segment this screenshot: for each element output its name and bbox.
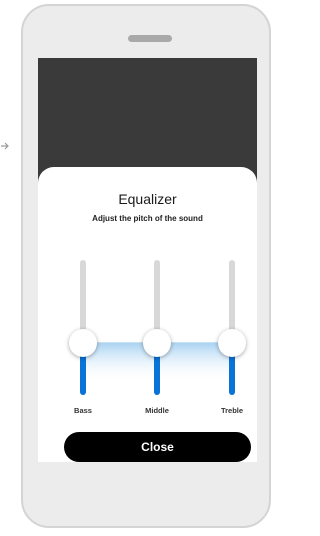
middle-slider-thumb[interactable] <box>143 328 171 357</box>
treble-slider-thumb[interactable] <box>218 328 246 357</box>
middle-label: Middle <box>145 406 169 415</box>
close-button[interactable]: Close <box>64 432 251 462</box>
equalizer-sheet: Equalizer Adjust the pitch of the sound … <box>38 167 257 462</box>
bass-label: Bass <box>74 406 92 415</box>
bass-slider-thumb[interactable] <box>69 328 97 357</box>
equalizer-sliders: Bass Middle Treble <box>38 167 257 462</box>
treble-label: Treble <box>220 406 244 415</box>
curve-fill <box>83 342 232 383</box>
arrow-right-icon <box>0 140 12 156</box>
phone-screen: Equalizer Adjust the pitch of the sound … <box>38 58 257 462</box>
phone-frame: Equalizer Adjust the pitch of the sound … <box>21 4 271 528</box>
speaker-slot <box>128 35 172 42</box>
